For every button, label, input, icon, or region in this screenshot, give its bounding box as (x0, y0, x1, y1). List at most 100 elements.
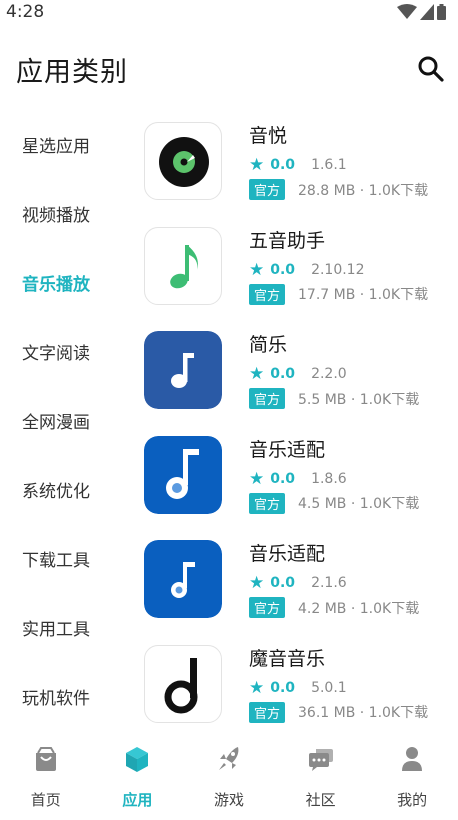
sidebar-item-tinker[interactable]: 玩机软件 (0, 662, 128, 731)
app-version: 1.8.6 (311, 470, 347, 487)
search-icon[interactable] (416, 54, 446, 84)
white-note-blue-icon (144, 331, 222, 410)
app-meta: 官方 5.5 MB · 1.0K下载 (249, 388, 420, 410)
app-meta: 官方 17.7 MB · 1.0K下载 (249, 283, 429, 305)
rating-score: 0.0 (270, 157, 296, 173)
sidebar-item-utilities[interactable]: 实用工具 (0, 593, 128, 662)
app-list-item[interactable]: 音乐适配 ★ 0.0 1.8.6 官方 4.5 MB · 1.0K下载 (144, 434, 444, 539)
official-badge: 官方 (249, 179, 286, 200)
app-size-downloads: 36.1 MB · 1.0K下载 (298, 705, 429, 722)
tab-home[interactable]: 首页 (0, 735, 92, 820)
chat-bubbles-icon (308, 749, 333, 771)
app-size-downloads: 17.7 MB · 1.0K下载 (298, 287, 429, 304)
app-meta: 官方 4.2 MB · 1.0K下载 (249, 597, 420, 619)
app-name: 魔音音乐 (249, 647, 326, 670)
rocket-icon (218, 747, 239, 770)
black-d-note-icon (144, 644, 222, 723)
wifi-icon (397, 4, 417, 19)
green-note-icon (144, 226, 222, 305)
app-rating: ★ 0.0 1.8.6 (249, 469, 347, 489)
sidebar-item-star-apps[interactable]: 星选应用 (0, 110, 128, 179)
status-time: 4:28 (6, 2, 45, 22)
official-badge: 官方 (249, 597, 286, 619)
sidebar-item-label: 系统优化 (22, 482, 90, 502)
page-header: 应用类别 (0, 40, 458, 100)
tab-label: 社区 (305, 791, 336, 809)
star-icon: ★ (249, 677, 265, 698)
app-meta: 官方 36.1 MB · 1.0K下载 (249, 701, 429, 723)
vinyl-record-icon (144, 122, 222, 200)
tab-profile[interactable]: 我的 (366, 735, 458, 820)
app-version: 5.0.1 (311, 679, 347, 696)
rating-score: 0.0 (270, 366, 296, 383)
star-icon: ★ (249, 155, 265, 175)
official-badge: 官方 (249, 388, 286, 410)
tab-label: 游戏 (213, 791, 244, 809)
sidebar-item-label: 视频播放 (22, 206, 90, 226)
official-badge: 官方 (249, 283, 286, 305)
app-rating: ★ 0.0 2.10.12 (249, 260, 365, 280)
category-sidebar: 星选应用 视频播放 音乐播放 文字阅读 全网漫画 系统优化 下载工具 实用工具 … (0, 110, 128, 731)
star-icon: ★ (249, 259, 265, 280)
sidebar-item-reading[interactable]: 文字阅读 (0, 317, 128, 386)
star-icon: ★ (249, 364, 265, 385)
app-name: 音悦 (249, 125, 288, 147)
app-version: 2.2.0 (311, 366, 347, 383)
app-size-downloads: 28.8 MB · 1.0K下载 (298, 182, 429, 199)
rating-score: 0.0 (270, 679, 296, 696)
sidebar-item-label: 下载工具 (22, 551, 90, 571)
app-rating: ★ 0.0 2.2.0 (249, 364, 347, 384)
sidebar-item-label: 实用工具 (22, 620, 90, 640)
music-adapt-icon (144, 540, 222, 619)
app-name: 音乐适配 (249, 543, 326, 566)
sidebar-item-comics[interactable]: 全网漫画 (0, 386, 128, 455)
tab-label: 应用 (122, 791, 153, 809)
app-size-downloads: 4.5 MB · 1.0K下载 (298, 496, 420, 513)
app-name: 五音助手 (249, 229, 326, 252)
rating-score: 0.0 (270, 470, 296, 487)
star-icon: ★ (249, 573, 265, 594)
official-badge: 官方 (249, 701, 286, 723)
sidebar-item-label: 玩机软件 (22, 689, 90, 709)
sidebar-item-label: 全网漫画 (22, 413, 90, 433)
page-title: 应用类别 (16, 57, 128, 88)
sidebar-item-music[interactable]: 音乐播放 (0, 248, 128, 317)
sidebar-item-download[interactable]: 下载工具 (0, 524, 128, 593)
app-meta: 官方 28.8 MB · 1.0K下载 (249, 179, 428, 200)
status-icons (397, 4, 446, 20)
app-version: 2.10.12 (311, 261, 365, 278)
app-version: 2.1.6 (311, 575, 347, 592)
music-adapt-icon (144, 435, 222, 514)
tab-apps[interactable]: 应用 (92, 735, 184, 820)
app-size-downloads: 5.5 MB · 1.0K下载 (298, 391, 420, 408)
tab-label: 首页 (30, 791, 61, 809)
signal-icon (420, 4, 434, 20)
tab-label: 我的 (397, 791, 428, 809)
status-bar: 4:28 (0, 0, 458, 26)
app-name: 简乐 (249, 334, 288, 357)
star-icon: ★ (249, 468, 265, 489)
app-rating: ★ 0.0 5.0.1 (249, 678, 347, 698)
app-rating: ★ 0.0 2.1.6 (249, 573, 347, 593)
sidebar-item-system[interactable]: 系统优化 (0, 455, 128, 524)
app-rating: ★ 0.0 1.6.1 (249, 155, 347, 175)
app-list: 音悦 ★ 0.0 1.6.1 官方 28.8 MB · 1.0K下载 五音助手 … (144, 120, 444, 748)
sidebar-item-video[interactable]: 视频播放 (0, 179, 128, 248)
app-list-item[interactable]: 音乐适配 ★ 0.0 2.1.6 官方 4.2 MB · 1.0K下载 (144, 538, 444, 643)
app-list-item[interactable]: 音悦 ★ 0.0 1.6.1 官方 28.8 MB · 1.0K下载 (144, 120, 444, 225)
app-list-item[interactable]: 简乐 ★ 0.0 2.2.0 官方 5.5 MB · 1.0K下载 (144, 329, 444, 434)
official-badge: 官方 (249, 492, 286, 514)
rating-score: 0.0 (270, 261, 296, 278)
tab-community[interactable]: 社区 (275, 735, 367, 820)
app-list-item[interactable]: 魔音音乐 ★ 0.0 5.0.1 官方 36.1 MB · 1.0K下载 (144, 643, 444, 748)
app-size-downloads: 4.2 MB · 1.0K下载 (298, 600, 420, 617)
app-name: 音乐适配 (249, 438, 326, 461)
tab-games[interactable]: 游戏 (183, 735, 275, 820)
app-version: 1.6.1 (311, 157, 347, 173)
rating-score: 0.0 (270, 575, 296, 592)
app-meta: 官方 4.5 MB · 1.0K下载 (249, 492, 420, 514)
sidebar-item-label: 星选应用 (22, 137, 90, 157)
app-list-item[interactable]: 五音助手 ★ 0.0 2.10.12 官方 17.7 MB · 1.0K下载 (144, 225, 444, 330)
home-bag-icon (35, 747, 56, 771)
battery-icon (437, 4, 446, 20)
